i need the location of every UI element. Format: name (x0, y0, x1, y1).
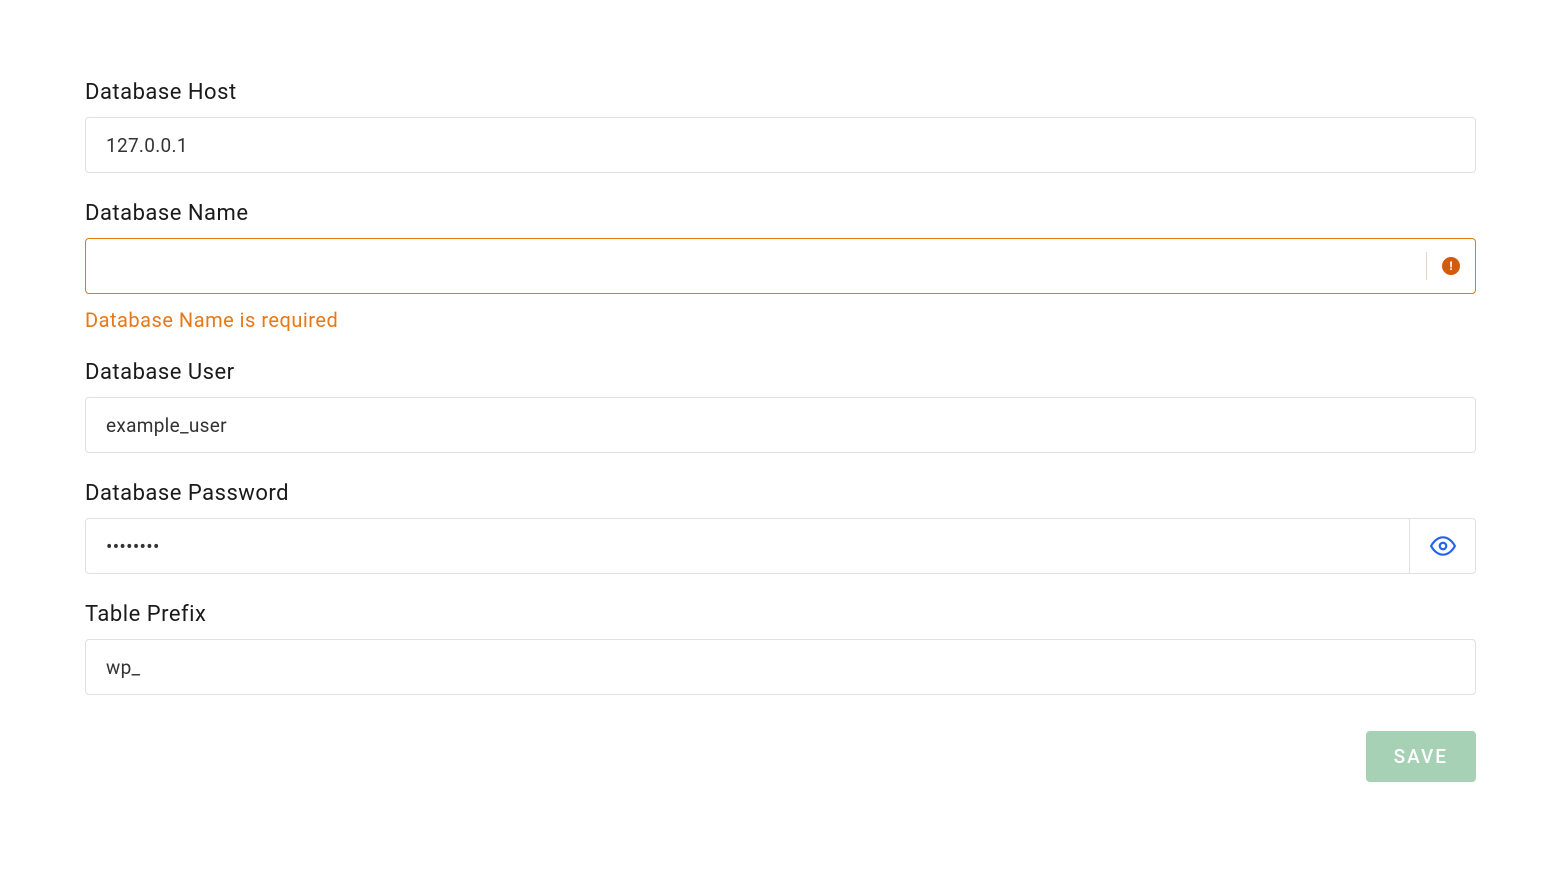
password-visibility-toggle[interactable] (1409, 519, 1475, 573)
database-name-input[interactable] (85, 238, 1476, 294)
table-prefix-group: Table Prefix (85, 602, 1476, 695)
eye-icon (1430, 533, 1456, 559)
database-user-label: Database User (85, 360, 1476, 385)
database-name-group: Database Name ! Database Name is require… (85, 201, 1476, 332)
table-prefix-label: Table Prefix (85, 602, 1476, 627)
save-button[interactable]: SAVE (1366, 731, 1476, 782)
database-user-input[interactable] (85, 397, 1476, 453)
database-settings-form: Database Host Database Name ! Database N… (85, 80, 1476, 782)
database-password-group: Database Password (85, 481, 1476, 574)
database-host-group: Database Host (85, 80, 1476, 173)
database-name-label: Database Name (85, 201, 1476, 226)
database-password-label: Database Password (85, 481, 1476, 506)
database-password-input[interactable] (86, 519, 1409, 573)
database-host-label: Database Host (85, 80, 1476, 105)
database-name-input-wrapper: ! (85, 238, 1476, 294)
database-name-error: Database Name is required (85, 308, 1476, 332)
database-host-input[interactable] (85, 117, 1476, 173)
password-input-wrapper (85, 518, 1476, 574)
button-row: SAVE (85, 731, 1476, 782)
database-user-group: Database User (85, 360, 1476, 453)
table-prefix-input[interactable] (85, 639, 1476, 695)
